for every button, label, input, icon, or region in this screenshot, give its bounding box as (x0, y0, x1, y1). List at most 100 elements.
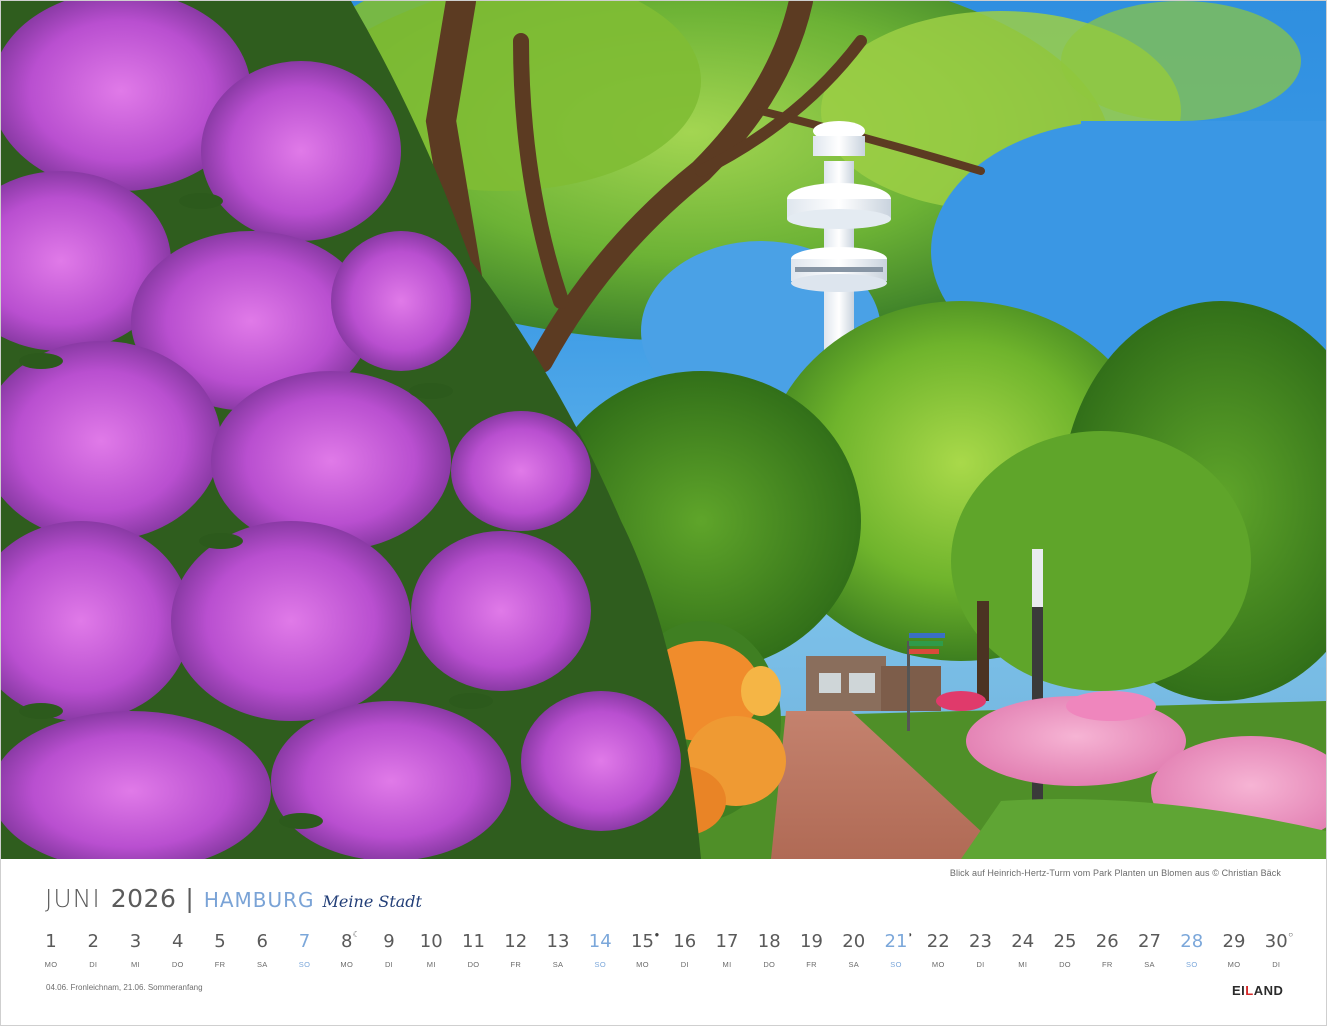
weekday-label: SA (256, 960, 268, 969)
day-number: 29 (1222, 931, 1246, 952)
publisher-logo: EILAND (1232, 983, 1283, 998)
weekday-label: SO (298, 960, 311, 969)
day-number: 6 (256, 931, 268, 952)
day-cell: 28 SO (1171, 928, 1213, 969)
day-cell: 25 DO (1044, 928, 1086, 969)
day-number: 2 (87, 931, 99, 952)
weekday-label: FR (510, 960, 522, 969)
weekday-label: MI (426, 960, 436, 969)
weekday-label: DI (384, 960, 394, 969)
day-cell: 16 DI (664, 928, 706, 969)
day-number: 14 (588, 931, 612, 952)
weekday-label: FR (1101, 960, 1113, 969)
calendar-title: JUNI 2026 | HAMBURG Meine Stadt (45, 884, 422, 918)
day-cell: 3 MI (115, 928, 157, 969)
day-cell: 18 DO (748, 928, 790, 969)
brand-part: EI (1232, 983, 1246, 998)
weekday-label: DO (763, 960, 776, 969)
weekday-label: SA (1144, 960, 1155, 969)
pavilion-buildings (806, 656, 941, 711)
weekday-label: DI (680, 960, 689, 969)
day-cell: 6 SA (241, 928, 283, 969)
day-number: 5 (214, 931, 226, 952)
day-number: 11 (462, 931, 485, 952)
weekday-label: DI (89, 960, 98, 969)
day-cell: 4 DO (157, 928, 199, 969)
day-cell: ● 15 MO (622, 928, 664, 969)
day-cell: 2 DI (72, 928, 114, 969)
day-number: 30 (1264, 931, 1288, 952)
day-number: 25 (1053, 931, 1077, 952)
day-number: 27 (1138, 931, 1161, 952)
day-cell: 11 DO (453, 928, 495, 969)
weekday-label: DI (976, 960, 985, 969)
day-number: 4 (172, 931, 184, 952)
day-cell: ○ 30 DI (1255, 928, 1297, 969)
title-separator: | (185, 884, 194, 913)
day-number: 8 (341, 931, 353, 952)
day-number: 22 (926, 931, 950, 952)
month-label: JUNI (45, 884, 101, 913)
weekday-label: FR (214, 960, 226, 969)
day-cell: 9 DI (368, 928, 410, 969)
day-number: 18 (757, 931, 781, 952)
day-number: 23 (969, 931, 992, 952)
day-number: 28 (1180, 931, 1204, 952)
day-cell: 22 MO (917, 928, 959, 969)
weekday-label: MI (722, 960, 732, 969)
city-label: HAMBURG (203, 888, 315, 912)
weekday-label: MI (131, 960, 140, 969)
day-grid: 1 MO 2 DI 3 MI 4 DO 5 FR 6 SA 7 SO ☾ 8 MO 9 DI 10 MI 11 DO 12 FR… (30, 928, 1298, 976)
day-number: 20 (842, 931, 866, 952)
day-number: 21 (884, 931, 908, 952)
day-cell: ☾ 8 MO (326, 928, 368, 969)
weekday-label: DI (1272, 960, 1281, 969)
day-cell: 5 FR (199, 928, 241, 969)
day-cell: 23 DI (960, 928, 1002, 969)
brand-part: AND (1253, 983, 1284, 998)
weekday-label: SA (552, 960, 564, 969)
day-number: 13 (546, 931, 570, 952)
day-cell: 27 SA (1129, 928, 1171, 969)
day-number: 15 (631, 931, 654, 952)
weekday-label: DO (1059, 960, 1071, 969)
day-cell: ◗ 21 SO (875, 928, 917, 969)
day-number: 17 (715, 931, 739, 952)
weekday-label: FR (806, 960, 817, 969)
weekday-label: SO (594, 960, 606, 969)
weekday-label: MI (1018, 960, 1028, 969)
weekday-label: MO (1227, 960, 1241, 969)
calendar-photo (1, 1, 1326, 859)
day-number: 10 (419, 931, 443, 952)
weekday-label: MO (44, 960, 58, 969)
day-cell: 26 FR (1086, 928, 1128, 969)
weekday-label: DO (467, 960, 480, 969)
day-cell: 29 MO (1213, 928, 1255, 969)
tagline: Meine Stadt (322, 892, 422, 911)
weekday-label: MO (340, 960, 354, 969)
weekday-label: SA (848, 960, 860, 969)
day-cell: 14 SO (579, 928, 621, 969)
day-cell: 12 FR (495, 928, 537, 969)
day-cell: 10 MI (410, 928, 452, 969)
day-cell: 7 SO (284, 928, 326, 969)
day-number: 7 (298, 931, 311, 952)
day-number: 1 (45, 931, 57, 952)
weekday-label: MO (636, 960, 649, 969)
day-cell: 1 MO (30, 928, 72, 969)
day-number: 9 (383, 931, 395, 952)
day-number: 19 (800, 931, 823, 952)
photo-credit: Blick auf Heinrich-Hertz-Turm vom Park P… (949, 868, 1281, 878)
year-label: 2026 (110, 884, 177, 913)
day-cell: 19 FR (791, 928, 833, 969)
brand-mark: L (1245, 983, 1254, 998)
day-number: 24 (1011, 931, 1035, 952)
day-cell: 24 MI (1002, 928, 1044, 969)
day-number: 16 (673, 931, 697, 952)
day-number: 3 (129, 931, 142, 952)
day-cell: 20 SA (833, 928, 875, 969)
weekday-label: DO (171, 960, 184, 969)
day-cell: 13 SA (537, 928, 579, 969)
holiday-note: 04.06. Fronleichnam, 21.06. Sommeranfang (46, 983, 203, 992)
weekday-label: MO (931, 960, 945, 969)
